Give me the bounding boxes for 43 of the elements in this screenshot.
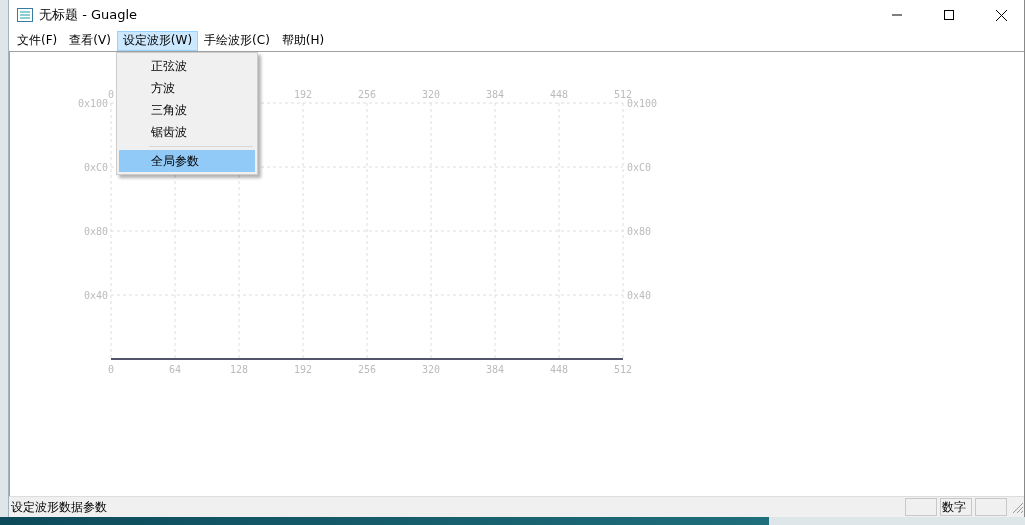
tick-label: 384: [485, 89, 505, 100]
tick-label: 384: [485, 364, 505, 375]
tick-label: 0x100: [627, 98, 658, 109]
tick-label: 448: [549, 89, 569, 100]
app-icon: [17, 8, 33, 22]
resize-grip-icon: [1010, 500, 1024, 514]
menu-item[interactable]: 查看(V): [63, 30, 117, 51]
tick-label: 0: [108, 89, 114, 100]
menu-option[interactable]: 方波: [118, 76, 255, 99]
menu-option[interactable]: 正弦波: [118, 54, 255, 77]
menu-item[interactable]: 帮助(H): [275, 30, 331, 51]
tick-label: 0x80: [83, 226, 108, 237]
tick-label: 128: [229, 364, 249, 375]
tick-label: 0xC0: [627, 162, 652, 173]
tick-label: 0x40: [83, 290, 108, 301]
status-pane: [905, 498, 937, 516]
menu-item[interactable]: 手绘波形(C): [198, 30, 276, 51]
tick-label: 0xC0: [83, 162, 108, 173]
status-pane: [975, 498, 1007, 516]
menu-item[interactable]: 设定波形(W): [116, 30, 199, 51]
menu-option[interactable]: 三角波: [118, 98, 255, 121]
status-pane: 数字: [940, 498, 972, 516]
tick-label: 320: [421, 364, 441, 375]
tick-label: 0x100: [77, 98, 108, 109]
tick-label: 320: [421, 89, 441, 100]
tick-label: 192: [293, 89, 313, 100]
tick-label: 192: [293, 364, 313, 375]
tick-label: 512: [613, 364, 633, 375]
tick-label: 256: [357, 364, 377, 375]
maximize-icon: [944, 10, 954, 20]
menu-item[interactable]: 文件(F): [11, 30, 64, 51]
window-title: 无标题 - Guagle: [39, 6, 139, 24]
menu-option[interactable]: 锯齿波: [118, 120, 255, 143]
tick-label: 0x80: [627, 226, 652, 237]
tick-label: 448: [549, 364, 569, 375]
tick-label: 512: [613, 89, 633, 100]
tick-label: 64: [169, 364, 181, 375]
status-message: 设定波形数据参数: [11, 498, 108, 516]
close-icon: [995, 9, 1007, 21]
menu-option[interactable]: 全局参数: [118, 149, 255, 172]
tick-label: 256: [357, 89, 377, 100]
tick-label: 0: [108, 364, 114, 375]
tick-label: 0x40: [627, 290, 652, 301]
